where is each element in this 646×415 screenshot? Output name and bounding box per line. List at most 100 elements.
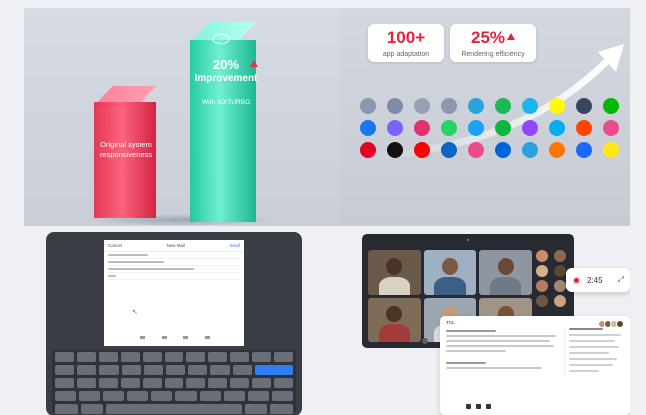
key[interactable]: [186, 352, 206, 362]
key[interactable]: [127, 391, 149, 401]
key[interactable]: [270, 404, 293, 414]
space-key[interactable]: [106, 404, 242, 414]
avatar[interactable]: [536, 250, 548, 262]
key[interactable]: [55, 352, 74, 362]
key[interactable]: [208, 378, 228, 388]
key[interactable]: [232, 365, 252, 375]
kakaotalk-icon[interactable]: [603, 142, 619, 158]
key[interactable]: [165, 365, 186, 375]
toolbar-icon[interactable]: [161, 336, 167, 339]
participant-tile[interactable]: [423, 250, 477, 295]
key[interactable]: [252, 378, 272, 388]
youtube-icon[interactable]: [414, 142, 430, 158]
wechat-icon[interactable]: [495, 120, 511, 136]
app-icon-4[interactable]: [441, 98, 457, 114]
toolbar-icon[interactable]: [204, 336, 210, 339]
twitch-icon[interactable]: [522, 120, 538, 136]
key[interactable]: [175, 391, 197, 401]
key[interactable]: [164, 378, 184, 388]
dribbble-icon[interactable]: [603, 120, 619, 136]
key[interactable]: [164, 352, 184, 362]
toolbar-icon[interactable]: [476, 404, 481, 409]
behance-icon[interactable]: [576, 142, 592, 158]
toolbar-icon[interactable]: [486, 404, 491, 409]
dribbble-icon[interactable]: [468, 142, 484, 158]
app-icon-2[interactable]: [387, 98, 403, 114]
to-field[interactable]: [108, 252, 240, 259]
key[interactable]: [230, 378, 250, 388]
app-icon-3[interactable]: [414, 98, 430, 114]
instagram-icon[interactable]: [414, 120, 430, 136]
key[interactable]: [79, 391, 101, 401]
key[interactable]: [143, 365, 163, 375]
line-icon[interactable]: [603, 98, 619, 114]
spotify-icon[interactable]: [495, 98, 511, 114]
key[interactable]: [244, 404, 268, 414]
key[interactable]: [55, 378, 74, 388]
avatar[interactable]: [536, 265, 548, 277]
key[interactable]: [186, 378, 206, 388]
app-icon-1[interactable]: [360, 98, 376, 114]
tumblr-icon[interactable]: [576, 98, 592, 114]
avatar[interactable]: [553, 295, 566, 307]
expand-icon[interactable]: ⤢: [618, 275, 624, 285]
avatar[interactable]: [553, 265, 566, 277]
whatsapp-icon[interactable]: [441, 120, 457, 136]
avatar[interactable]: [553, 250, 566, 262]
key[interactable]: [142, 378, 162, 388]
key[interactable]: [76, 352, 96, 362]
linkedin-icon[interactable]: [441, 142, 457, 158]
key[interactable]: [55, 365, 75, 375]
recording-widget[interactable]: 2:45 ⤢: [566, 268, 630, 292]
body-field[interactable]: [108, 273, 240, 280]
key[interactable]: [271, 391, 293, 401]
tiktok-icon[interactable]: [387, 142, 403, 158]
key[interactable]: [230, 352, 250, 362]
subject-field[interactable]: [108, 266, 240, 273]
key[interactable]: [199, 391, 221, 401]
key[interactable]: [55, 391, 77, 401]
avatar[interactable]: [536, 295, 548, 307]
key[interactable]: [99, 365, 119, 375]
messenger-icon[interactable]: [387, 120, 403, 136]
key[interactable]: [142, 352, 162, 362]
key[interactable]: [188, 365, 208, 375]
key[interactable]: [252, 352, 272, 362]
pinterest-icon[interactable]: [360, 142, 376, 158]
twitter-icon[interactable]: [468, 120, 484, 136]
return-key[interactable]: [254, 365, 294, 375]
key[interactable]: [98, 378, 118, 388]
toolbar-icon[interactable]: [466, 404, 471, 409]
key[interactable]: [274, 352, 293, 362]
snapchat-icon[interactable]: [549, 98, 565, 114]
avatar[interactable]: [553, 280, 566, 292]
participant-tile[interactable]: [479, 250, 532, 295]
vimeo-icon[interactable]: [522, 98, 538, 114]
skype-icon[interactable]: [549, 120, 565, 136]
mic-button[interactable]: [422, 338, 428, 344]
telegram-icon[interactable]: [522, 142, 538, 158]
key[interactable]: [223, 391, 245, 401]
key[interactable]: [120, 352, 140, 362]
soundcloud-icon[interactable]: [549, 142, 565, 158]
cc-field[interactable]: [108, 259, 240, 266]
key[interactable]: [80, 404, 104, 414]
avatar[interactable]: [536, 280, 548, 292]
toolbar-icon[interactable]: [140, 336, 145, 339]
key[interactable]: [210, 365, 230, 375]
facebook-icon[interactable]: [360, 120, 376, 136]
reddit-icon[interactable]: [576, 120, 592, 136]
key[interactable]: [121, 365, 141, 375]
toolbar-icon[interactable]: [183, 336, 189, 339]
key[interactable]: [151, 391, 173, 401]
key[interactable]: [208, 352, 228, 362]
telegram-icon[interactable]: [468, 98, 484, 114]
send-button[interactable]: Send: [229, 243, 240, 248]
key[interactable]: [103, 391, 125, 401]
key[interactable]: [77, 365, 97, 375]
key[interactable]: [247, 391, 269, 401]
key[interactable]: [76, 378, 96, 388]
key[interactable]: [55, 404, 78, 414]
participant-tile[interactable]: [368, 297, 421, 342]
cancel-button[interactable]: Cancel: [108, 243, 122, 248]
